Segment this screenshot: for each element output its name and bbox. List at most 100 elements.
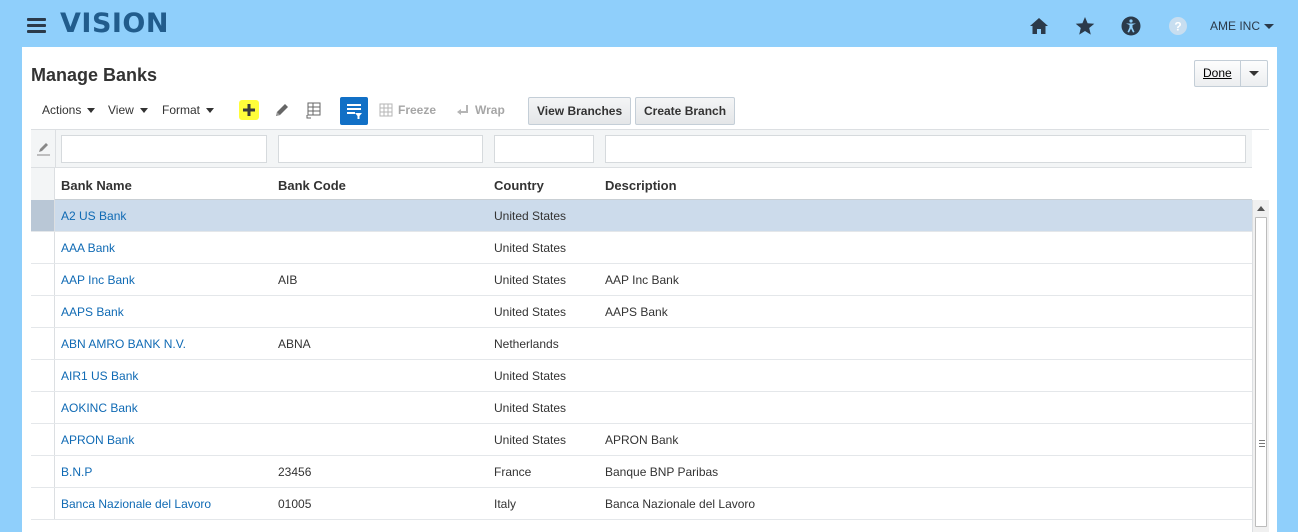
column-header-country[interactable]: Country	[494, 178, 544, 193]
description-filter-input[interactable]	[605, 135, 1246, 163]
description-cell: AAPS Bank	[605, 305, 668, 319]
country-cell: United States	[494, 433, 567, 447]
row-header[interactable]	[31, 424, 55, 455]
svg-text:?: ?	[1174, 20, 1181, 34]
freeze-icon	[379, 103, 393, 117]
query-by-example-icon[interactable]	[340, 97, 368, 125]
row-header[interactable]	[31, 360, 55, 391]
chevron-down-icon	[206, 107, 215, 113]
help-icon[interactable]: ?	[1167, 15, 1189, 37]
bank-name-filter-input[interactable]	[61, 135, 267, 163]
clear-filter-icon[interactable]	[36, 142, 52, 156]
done-button-group: Done	[1194, 60, 1268, 87]
view-label: View	[108, 103, 134, 117]
done-button[interactable]: Done	[1195, 61, 1241, 86]
bank-code-cell: AIB	[278, 273, 298, 287]
table-row[interactable]: AAA Bank United States	[31, 232, 1252, 264]
chevron-down-icon	[139, 107, 148, 113]
app-logo[interactable]: VISION	[60, 8, 169, 39]
view-menu[interactable]: View	[108, 103, 148, 117]
main-panel: Manage Banks Done Actions View Format Fr…	[22, 47, 1277, 532]
country-cell: United States	[494, 401, 567, 415]
user-menu[interactable]: AME INC	[1210, 19, 1275, 33]
global-header: VISION ? AME INC	[0, 0, 1298, 47]
row-header[interactable]	[31, 232, 55, 263]
table-row[interactable]: APRON Bank United States APRON Bank	[31, 424, 1252, 456]
row-header[interactable]	[31, 392, 55, 423]
bank-code-cell: ABNA	[278, 337, 311, 351]
row-header[interactable]	[31, 296, 55, 327]
bank-name-link[interactable]: AOKINC Bank	[61, 401, 138, 415]
bank-name-link[interactable]: APRON Bank	[61, 433, 134, 447]
add-icon[interactable]	[239, 100, 259, 120]
table-row[interactable]: AAP Inc Bank AIB United States AAP Inc B…	[31, 264, 1252, 296]
done-label: Done	[1203, 66, 1232, 80]
row-header[interactable]	[31, 200, 55, 231]
format-label: Format	[162, 103, 201, 117]
wrap-icon	[457, 105, 468, 115]
table-row[interactable]: Banca Nazionale del Lavoro 01005 Italy B…	[31, 488, 1252, 520]
row-header[interactable]	[31, 264, 55, 295]
table-row[interactable]: AAPS Bank United States AAPS Bank	[31, 296, 1252, 328]
bank-name-link[interactable]: ABN AMRO BANK N.V.	[61, 337, 186, 351]
wrap-button[interactable]: Wrap	[456, 103, 505, 117]
actions-label: Actions	[42, 103, 82, 117]
edit-pencil-icon[interactable]	[272, 100, 292, 120]
bank-code-cell: 01005	[278, 497, 312, 511]
column-header-bank-code[interactable]: Bank Code	[278, 178, 346, 193]
country-cell: United States	[494, 305, 567, 319]
bank-name-link[interactable]: A2 US Bank	[61, 209, 126, 223]
create-branch-button[interactable]: Create Branch	[635, 97, 736, 125]
description-cell: Banca Nazionale del Lavoro	[605, 497, 756, 511]
bank-name-link[interactable]: AAP Inc Bank	[61, 273, 135, 287]
chevron-down-icon	[1264, 23, 1275, 29]
column-header-description[interactable]: Description	[605, 178, 677, 193]
country-filter-input[interactable]	[494, 135, 594, 163]
scroll-thumb[interactable]	[1255, 217, 1267, 527]
wrap-label: Wrap	[475, 103, 505, 117]
menu-icon[interactable]	[27, 18, 46, 34]
country-cell: United States	[494, 273, 567, 287]
home-icon[interactable]	[1028, 15, 1050, 37]
table-row[interactable]: AIR1 US Bank United States	[31, 360, 1252, 392]
bank-name-link[interactable]: AIR1 US Bank	[61, 369, 138, 383]
table-row[interactable]: ABN AMRO BANK N.V. ABNA Netherlands	[31, 328, 1252, 360]
scroll-up-arrow[interactable]	[1253, 200, 1269, 216]
row-header-spacer	[31, 168, 55, 200]
accessibility-icon[interactable]	[1120, 15, 1142, 37]
country-cell: United States	[494, 241, 567, 255]
row-header[interactable]	[31, 456, 55, 487]
scroll-grip-icon	[1259, 440, 1265, 449]
detach-table-icon[interactable]	[304, 100, 324, 120]
country-cell: United States	[494, 369, 567, 383]
vertical-scrollbar[interactable]	[1252, 200, 1269, 532]
chevron-down-icon	[87, 107, 96, 113]
table-body: A2 US Bank United States AAA Bank United…	[31, 200, 1252, 520]
description-cell: Banque BNP Paribas	[605, 465, 719, 479]
table-row[interactable]: AOKINC Bank United States	[31, 392, 1252, 424]
country-cell: United States	[494, 209, 567, 223]
row-header[interactable]	[31, 328, 55, 359]
bank-name-link[interactable]: AAPS Bank	[61, 305, 124, 319]
freeze-label: Freeze	[398, 103, 437, 117]
description-cell: APRON Bank	[605, 433, 679, 447]
bank-name-link[interactable]: AAA Bank	[61, 241, 115, 255]
table-row[interactable]: B.N.P 23456 France Banque BNP Paribas	[31, 456, 1252, 488]
user-label: AME INC	[1210, 19, 1261, 33]
actions-menu[interactable]: Actions	[42, 103, 96, 117]
star-icon[interactable]	[1074, 15, 1096, 37]
country-cell: France	[494, 465, 532, 479]
country-cell: Netherlands	[494, 337, 559, 351]
bank-code-filter-input[interactable]	[278, 135, 483, 163]
view-branches-button[interactable]: View Branches	[528, 97, 632, 125]
row-header[interactable]	[31, 488, 55, 519]
bank-name-link[interactable]: B.N.P	[61, 465, 92, 479]
format-menu[interactable]: Format	[162, 103, 215, 117]
column-header-bank-name[interactable]: Bank Name	[61, 178, 132, 193]
chevron-down-icon	[1248, 71, 1259, 76]
freeze-button[interactable]: Freeze	[379, 103, 436, 117]
filter-row	[31, 130, 1252, 168]
bank-name-link[interactable]: Banca Nazionale del Lavoro	[61, 497, 211, 511]
done-dropdown-button[interactable]	[1241, 61, 1267, 86]
table-row[interactable]: A2 US Bank United States	[31, 200, 1252, 232]
